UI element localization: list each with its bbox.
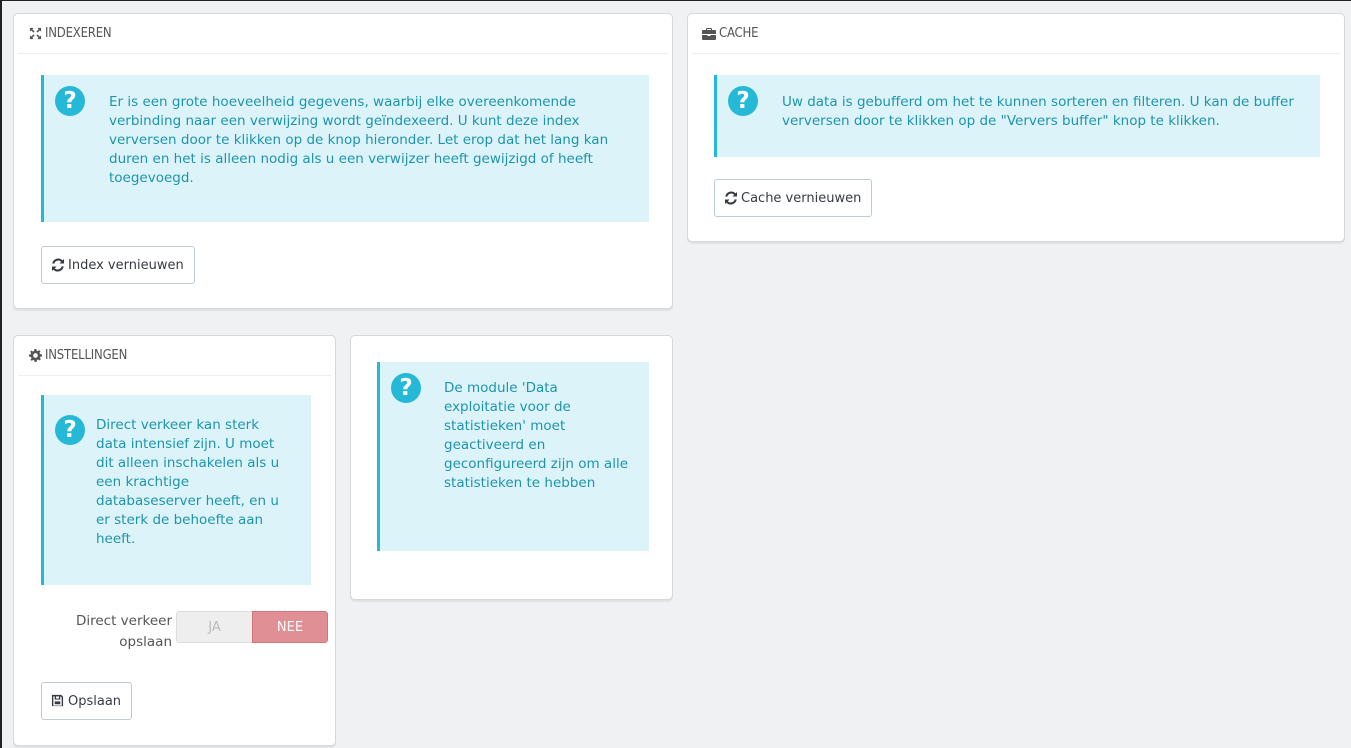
cache-heading: CACHE bbox=[692, 14, 1340, 54]
indexeren-panel: INDEXEREN ? Er is een grote hoeveelheid … bbox=[13, 13, 673, 309]
indexeren-alert-text: Er is een grote hoeveelheid gegevens, wa… bbox=[109, 94, 609, 186]
save-button[interactable]: Opslaan bbox=[41, 682, 133, 720]
instellingen-heading: INSTELLINGEN bbox=[18, 336, 331, 376]
cache-refresh-button[interactable]: Cache vernieuwen bbox=[714, 179, 873, 217]
index-refresh-label: Index vernieuwen bbox=[68, 257, 184, 273]
question-icon: ? bbox=[55, 415, 85, 445]
cache-alert-text: Uw data is gebufferd om het te kunnen so… bbox=[782, 94, 1294, 129]
refresh-icon bbox=[724, 191, 738, 205]
module-notice-panel: ? De module 'Data exploitatie voor de st… bbox=[350, 335, 673, 600]
direct-traffic-switch[interactable]: JA NEE bbox=[176, 611, 328, 643]
index-refresh-button[interactable]: Index vernieuwen bbox=[41, 246, 195, 284]
module-notice-alert: ? De module 'Data exploitatie voor de st… bbox=[377, 362, 649, 551]
switch-no-option[interactable]: NEE bbox=[252, 611, 328, 643]
module-notice-text: De module 'Data exploitatie voor de stat… bbox=[444, 380, 628, 491]
instellingen-title: INSTELLINGEN bbox=[45, 348, 128, 363]
gear-icon bbox=[28, 349, 42, 363]
cache-title: CACHE bbox=[719, 26, 759, 41]
question-icon: ? bbox=[391, 373, 421, 403]
indexeren-info-alert: ? Er is een grote hoeveelheid gegevens, … bbox=[41, 75, 649, 222]
cache-info-alert: ? Uw data is gebufferd om het te kunnen … bbox=[714, 75, 1320, 157]
instellingen-info-alert: ? Direct verkeer kan sterk data intensie… bbox=[41, 395, 311, 585]
briefcase-icon bbox=[702, 27, 716, 41]
indexeren-title: INDEXEREN bbox=[45, 26, 112, 41]
indexeren-heading: INDEXEREN bbox=[18, 14, 668, 54]
switch-yes-option[interactable]: JA bbox=[176, 611, 252, 643]
instellingen-alert-text: Direct verkeer kan sterk data intensief … bbox=[96, 417, 280, 547]
refresh-icon bbox=[51, 258, 65, 272]
cache-panel: CACHE ? Uw data is gebufferd om het te k… bbox=[687, 13, 1345, 242]
question-icon: ? bbox=[55, 86, 85, 116]
expand-arrows-icon bbox=[28, 27, 42, 41]
direct-traffic-label: Direct verkeer opslaan bbox=[75, 613, 172, 650]
instellingen-panel: INSTELLINGEN ? Direct verkeer kan sterk … bbox=[13, 335, 336, 746]
save-button-label: Opslaan bbox=[68, 693, 122, 709]
floppy-disk-icon bbox=[51, 694, 65, 708]
question-icon: ? bbox=[728, 86, 758, 116]
cache-refresh-label: Cache vernieuwen bbox=[741, 190, 862, 206]
